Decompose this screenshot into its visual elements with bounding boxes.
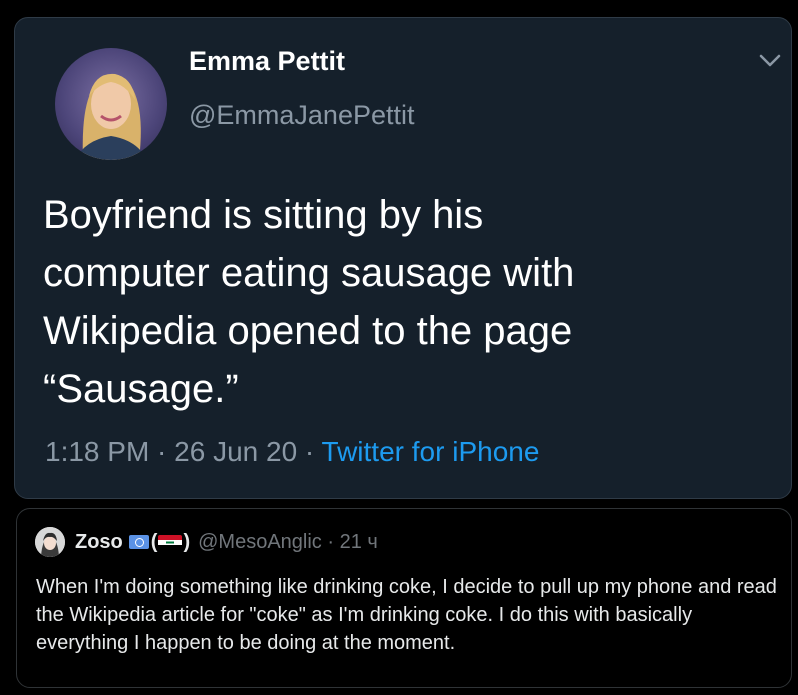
tweet-text: Boyfriend is sitting by his computer eat… xyxy=(43,193,575,411)
tweet-card[interactable]: Emma Pettit @EmmaJanePettit Boyfriend is… xyxy=(14,17,792,499)
un-flag-icon xyxy=(128,535,149,549)
paren-open: ( xyxy=(150,530,158,553)
reply-header: Zoso ( ) @MesoAnglic · 21 ч xyxy=(75,529,378,555)
reply-handle-time[interactable]: @MesoAnglic · 21 ч xyxy=(198,531,378,554)
user-handle[interactable]: @EmmaJanePettit xyxy=(189,100,415,131)
display-name[interactable]: Emma Pettit xyxy=(189,46,345,77)
paren-close: ) xyxy=(183,530,191,553)
reply-card[interactable]: Zoso ( ) @MesoAnglic · 21 ч When I'm doi… xyxy=(16,508,792,688)
reply-avatar[interactable] xyxy=(35,527,65,557)
reply-display-name[interactable]: Zoso xyxy=(75,531,123,554)
tweet-meta: 1:18 PM · 26 Jun 20 · Twitter for iPhone xyxy=(45,436,539,468)
tweet-source-link[interactable]: Twitter for iPhone xyxy=(322,436,540,467)
reply-text: When I'm doing something like drinking c… xyxy=(36,576,777,654)
avatar[interactable] xyxy=(55,48,167,160)
tweet-timestamp[interactable]: 1:18 PM · 26 Jun 20 · xyxy=(45,436,322,467)
iraq-flag-icon xyxy=(158,534,183,550)
chevron-down-icon[interactable] xyxy=(758,51,782,71)
